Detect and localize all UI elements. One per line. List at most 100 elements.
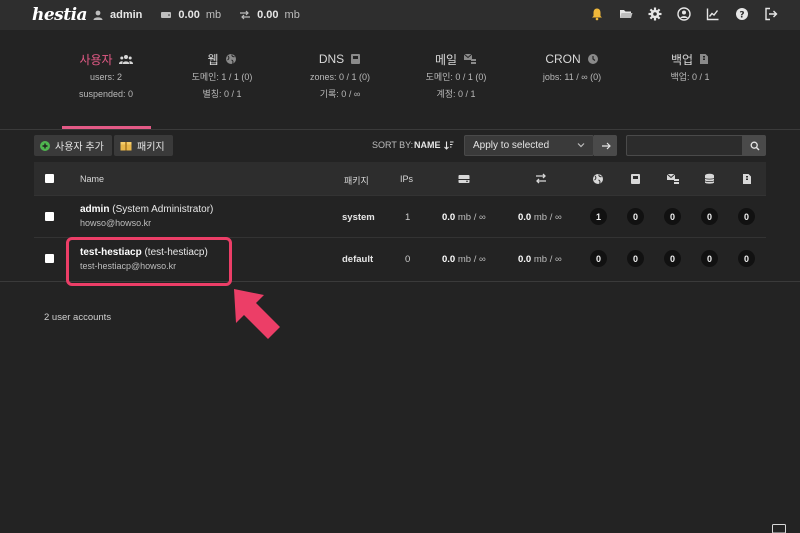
folder-icon[interactable] [619,7,633,21]
db-count-badge: 0 [701,250,718,267]
disk-unit: mb / ∞ [457,212,486,223]
search-button[interactable] [743,135,766,156]
arrow-right-icon [601,142,611,149]
hdd-icon [161,12,172,18]
gear-icon[interactable] [648,7,662,21]
package-name[interactable]: system [342,212,375,223]
disk-usage: 0.0 mb / ∞ [442,254,486,265]
database-icon [704,173,715,184]
apply-button[interactable] [594,135,617,156]
disk-usage-value: 0.00 [178,9,200,21]
usage-summary: admin 0.00 mb 0.00 mb [92,0,300,30]
backup-count-badge: 0 [738,208,755,225]
chart-line-icon[interactable] [706,7,720,21]
search-icon [750,141,759,150]
highlight-box [66,237,232,286]
bell-icon[interactable] [590,7,604,21]
mail-count-badge: 0 [664,208,681,225]
ips-count: 0 [405,254,411,265]
tab-web[interactable]: 웹 도메인: 1 / 1 (0) 별칭: 0 / 1 [164,44,280,130]
svg-text:?: ? [739,11,744,21]
section-tabs: 사용자 users: 2 suspended: 0 웹 도메인: 1 / 1 (… [0,44,800,130]
exchange-icon [536,173,546,184]
tab-dns-stat-1: zones: 0 / 1 (0) [309,72,371,82]
pointer-arrow-icon [234,289,280,339]
bulk-action-value: Apply to selected [473,140,550,151]
help-icon[interactable]: ? [735,7,749,21]
user-email: howso@howso.kr [80,218,152,228]
row-checkbox[interactable] [45,212,54,221]
table-header: Name 패키지 IPs [34,162,766,195]
tab-mail-stat-1: 도메인: 0 / 1 (0) [425,72,487,82]
bandwidth-usage: 0.0 mb / ∞ [518,254,562,265]
user-circle-icon[interactable] [677,7,691,21]
tab-dns-label: DNS [318,52,345,66]
terminal-icon[interactable] [772,524,786,533]
disk-value: 0.0 [442,212,456,223]
book-icon [631,174,640,184]
add-user-button[interactable]: 사용자 추가 [34,135,112,156]
sort-label: SORT BY: [372,140,414,150]
logout-icon[interactable] [764,7,778,21]
header-name[interactable]: Name [80,174,104,184]
user-name-cell: admin (System Administrator) howso@howso… [80,204,213,228]
tab-web-stat-2: 별칭: 0 / 1 [202,89,242,99]
chevron-down-icon [577,143,585,148]
exchange-icon [240,10,251,20]
add-user-label: 사용자 추가 [55,142,104,153]
top-bar: hestia admin 0.00 mb 0.00 mb ? [0,0,800,30]
tab-dns[interactable]: DNS zones: 0 / 1 (0) 기록: 0 / ∞ [282,44,398,130]
user-fullname: (System Administrator) [112,204,214,215]
bandwidth-usage: 0.0 mb / ∞ [518,212,562,223]
ips-count: 1 [405,212,411,223]
bandwidth-value: 0.0 [518,254,532,265]
bandwidth-unit: mb / ∞ [533,254,562,265]
bandwidth-value: 0.0 [518,212,532,223]
bandwidth-usage-value: 0.00 [257,9,279,21]
bandwidth-usage-unit: mb [284,9,300,21]
mail-server-icon [463,53,477,64]
tab-backup-label: 백업 [670,52,694,67]
users-icon [118,54,133,64]
tab-users[interactable]: 사용자 users: 2 suspended: 0 [48,44,164,130]
sort-value: NAME [414,140,441,150]
tab-users-stat-1: users: 2 [89,72,122,82]
select-all-checkbox[interactable] [45,174,54,183]
packages-label: 패키지 [137,142,165,153]
clock-icon [587,54,598,64]
tab-dns-stat-2: 기록: 0 / ∞ [319,89,361,99]
disk-value: 0.0 [442,254,456,265]
bulk-action-select[interactable]: Apply to selected [464,135,594,156]
header-ips: IPs [400,174,414,184]
search-input[interactable] [626,135,743,156]
file-archive-icon [743,174,751,184]
hestia-logo[interactable]: hestia [32,5,88,25]
hdd-icon [458,175,470,183]
package-icon [120,141,132,150]
tabs-divider [0,129,800,130]
current-user[interactable]: admin [110,9,142,21]
tab-mail-stat-2: 계정: 0 / 1 [436,89,476,99]
file-archive-icon [700,54,709,64]
username-link[interactable]: admin [80,204,109,215]
tab-web-stat-1: 도메인: 1 / 1 (0) [191,72,253,82]
disk-unit: mb / ∞ [457,254,486,265]
header-package: 패키지 [344,176,369,186]
tab-web-label: 웹 [207,52,219,67]
sort-dropdown[interactable]: NAME [414,140,454,150]
tab-cron-stat-1: jobs: 11 / ∞ (0) [542,72,602,82]
tab-cron[interactable]: CRON jobs: 11 / ∞ (0) [514,44,630,130]
top-icons: ? [590,7,778,21]
sort-icon [443,141,453,150]
packages-button[interactable]: 패키지 [114,135,173,156]
tab-mail-label: 메일 [434,52,458,67]
tab-backup[interactable]: 백업 백업: 0 / 1 [632,44,748,130]
package-name[interactable]: default [342,254,373,265]
tab-mail[interactable]: 메일 도메인: 0 / 1 (0) 계정: 0 / 1 [398,44,514,130]
row-checkbox[interactable] [45,254,54,263]
book-icon [351,54,361,64]
table-row[interactable]: admin (System Administrator) howso@howso… [34,195,766,237]
db-count-badge: 0 [701,208,718,225]
mail-server-icon [666,173,679,184]
bandwidth-unit: mb / ∞ [533,212,562,223]
